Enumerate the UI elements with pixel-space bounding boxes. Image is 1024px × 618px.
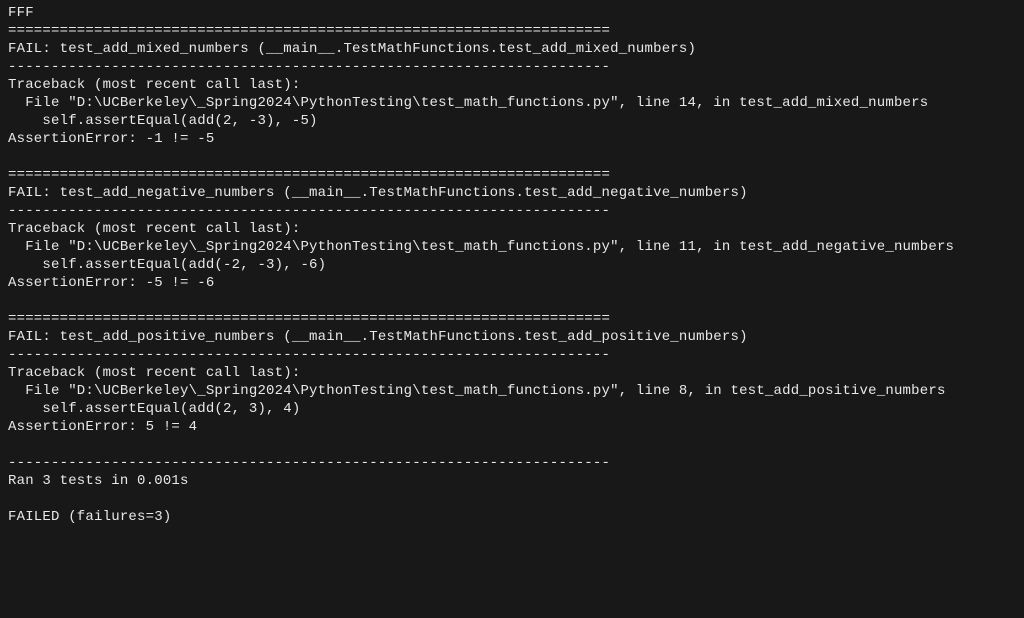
fail-header-negative: FAIL: test_add_negative_numbers (__main_… (8, 185, 748, 201)
separator-double: ========================================… (8, 167, 610, 183)
traceback-code-line: self.assertEqual(add(-2, -3), -6) (8, 257, 326, 273)
separator-dash: ----------------------------------------… (8, 455, 610, 471)
separator-double: ========================================… (8, 23, 610, 39)
test-status-summary: FFF (8, 5, 34, 21)
assertion-error: AssertionError: -5 != -6 (8, 275, 214, 291)
test-run-summary: Ran 3 tests in 0.001s (8, 473, 189, 489)
traceback-header: Traceback (most recent call last): (8, 77, 300, 93)
traceback-header: Traceback (most recent call last): (8, 221, 300, 237)
traceback-code-line: self.assertEqual(add(2, -3), -5) (8, 113, 318, 129)
traceback-file-line: File "D:\UCBerkeley\_Spring2024\PythonTe… (8, 383, 946, 399)
terminal-output[interactable]: FFF ====================================… (0, 0, 1024, 534)
traceback-header: Traceback (most recent call last): (8, 365, 300, 381)
separator-double: ========================================… (8, 311, 610, 327)
traceback-file-line: File "D:\UCBerkeley\_Spring2024\PythonTe… (8, 239, 954, 255)
separator-dash: ----------------------------------------… (8, 347, 610, 363)
traceback-file-line: File "D:\UCBerkeley\_Spring2024\PythonTe… (8, 95, 928, 111)
separator-dash: ----------------------------------------… (8, 203, 610, 219)
fail-header-mixed: FAIL: test_add_mixed_numbers (__main__.T… (8, 41, 696, 57)
failed-summary: FAILED (failures=3) (8, 509, 171, 525)
fail-header-positive: FAIL: test_add_positive_numbers (__main_… (8, 329, 748, 345)
assertion-error: AssertionError: 5 != 4 (8, 419, 197, 435)
assertion-error: AssertionError: -1 != -5 (8, 131, 214, 147)
traceback-code-line: self.assertEqual(add(2, 3), 4) (8, 401, 300, 417)
separator-dash: ----------------------------------------… (8, 59, 610, 75)
